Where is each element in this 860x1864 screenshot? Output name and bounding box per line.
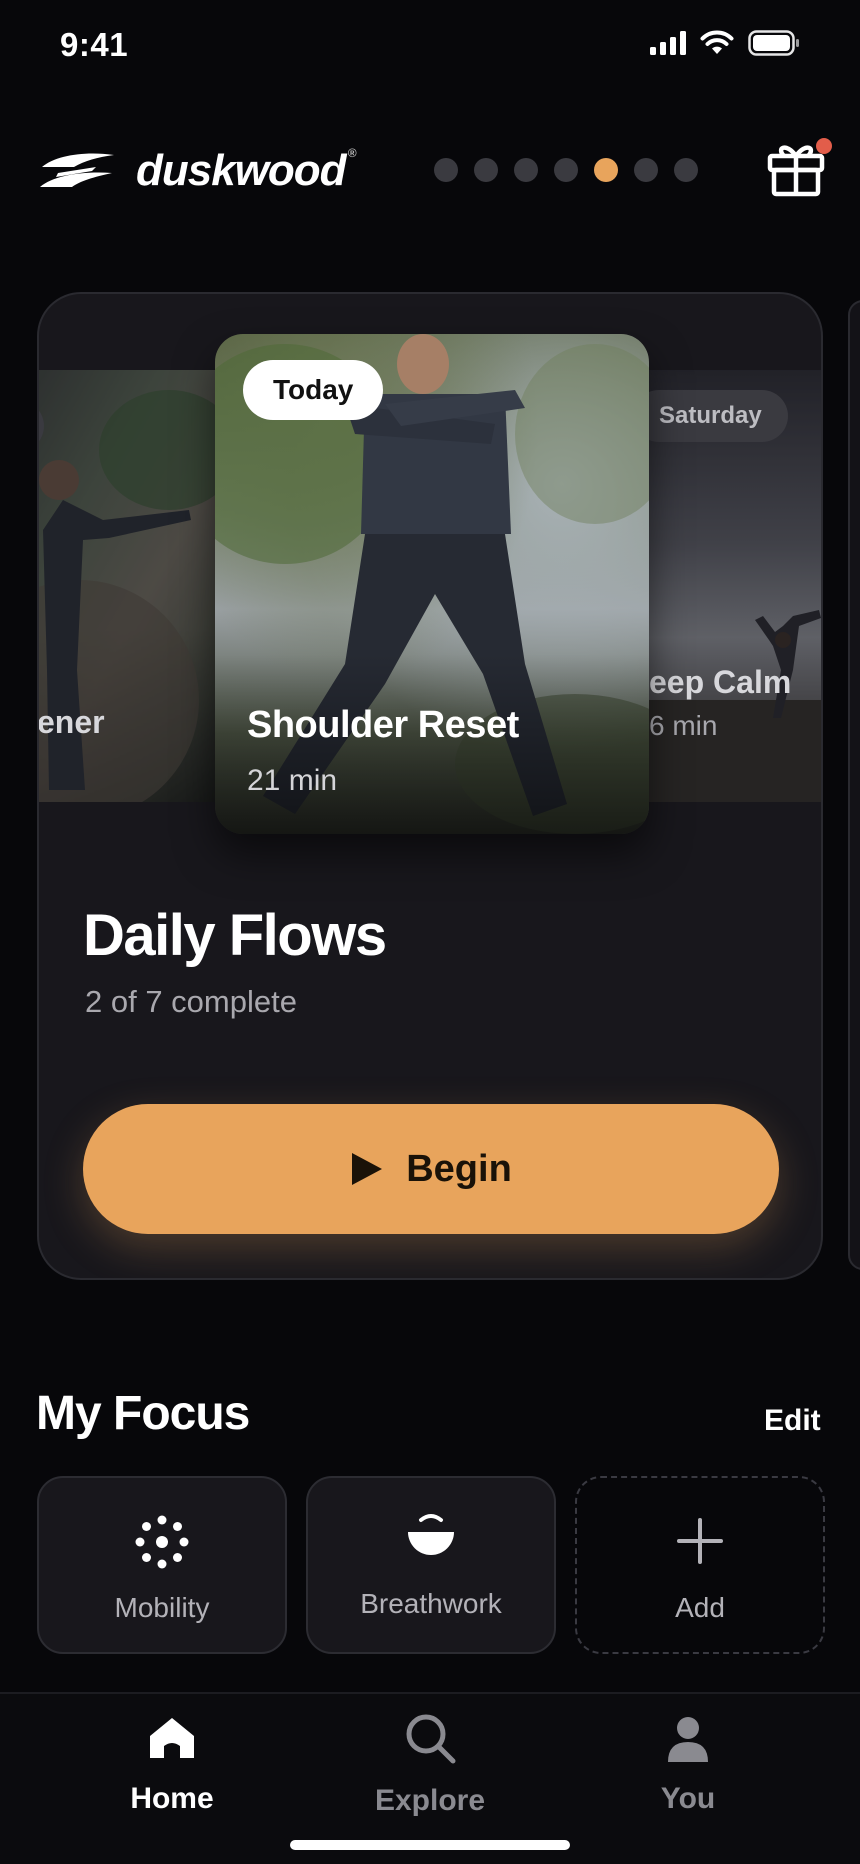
section-title: Daily Flows [83, 903, 387, 968]
daily-flows-card: y ener Saturday eep Calm 6 min [37, 292, 823, 1280]
tab-explore[interactable]: Explore [330, 1714, 530, 1826]
tab-label: Explore [374, 1784, 486, 1817]
cellular-signal-icon [650, 31, 686, 55]
flow-duration: 21 min [247, 764, 338, 797]
tab-home[interactable]: Home [72, 1716, 272, 1826]
mobility-dots-icon [135, 1515, 189, 1569]
page-indicator [434, 158, 698, 182]
flow-card-current[interactable]: Today Shoulder Reset 21 min [215, 334, 649, 834]
flow-title: ener [37, 704, 105, 740]
flow-day-badge: Saturday [643, 390, 788, 442]
focus-tile-mobility[interactable]: Mobility [37, 1476, 287, 1654]
focus-tile-label: Mobility [114, 1592, 210, 1623]
brand-logo: duskwood ® [38, 146, 356, 196]
status-bar: 9:41 [0, 0, 860, 92]
tab-bar: Home Explore You [0, 1692, 860, 1864]
flow-title: Shoulder Reset [247, 704, 519, 746]
home-screen: 9:41 duskwood ® ener Saturday eep Calm 6… [0, 0, 860, 1864]
flows-carousel[interactable]: y ener Saturday eep Calm 6 min [37, 334, 821, 854]
status-icons [650, 30, 800, 56]
page-dot[interactable] [554, 158, 578, 182]
page-dot[interactable] [634, 158, 658, 182]
breath-bowl-icon [408, 1514, 454, 1555]
gift-button[interactable] [764, 134, 832, 198]
page-dot[interactable] [474, 158, 498, 182]
begin-button[interactable]: Begin [83, 1104, 779, 1234]
battery-icon [748, 30, 799, 56]
duskwood-logo-icon [40, 153, 114, 187]
home-icon [150, 1718, 194, 1758]
app-header: duskwood ® [0, 130, 860, 210]
page-dot-active[interactable] [594, 158, 618, 182]
add-focus-tile[interactable]: Add [575, 1476, 825, 1654]
brand-name: duskwood ® [136, 146, 356, 195]
tab-label: You [660, 1782, 716, 1815]
progress-text: 2 of 7 complete [85, 984, 297, 1019]
wifi-icon [700, 30, 734, 54]
focus-tile-label: Add [675, 1592, 725, 1623]
person-icon [668, 1717, 708, 1762]
play-icon [352, 1153, 383, 1185]
flow-duration: 6 min [649, 710, 718, 741]
flow-card-previous[interactable]: y ener [37, 370, 239, 802]
plus-icon [677, 1518, 723, 1564]
edit-focus-button[interactable]: Edit [764, 1404, 821, 1438]
today-badge: Today [243, 360, 384, 420]
focus-tile-label: Breathwork [360, 1588, 502, 1619]
home-indicator[interactable] [290, 1840, 570, 1850]
status-time: 9:41 [60, 26, 129, 63]
focus-section-title: My Focus [36, 1387, 250, 1440]
page-dot[interactable] [434, 158, 458, 182]
page-dot[interactable] [514, 158, 538, 182]
focus-tile-breathwork[interactable]: Breathwork [306, 1476, 556, 1654]
flow-card-next[interactable]: Saturday eep Calm 6 min [643, 370, 821, 802]
search-icon [406, 1714, 456, 1764]
flow-title: eep Calm [649, 664, 792, 700]
page-dot[interactable] [674, 158, 698, 182]
tab-you[interactable]: You [588, 1716, 788, 1826]
tab-label: Home [130, 1782, 214, 1815]
begin-button-label: Begin [406, 1147, 512, 1190]
next-card-peek[interactable] [848, 300, 860, 1270]
notification-badge [816, 138, 832, 154]
